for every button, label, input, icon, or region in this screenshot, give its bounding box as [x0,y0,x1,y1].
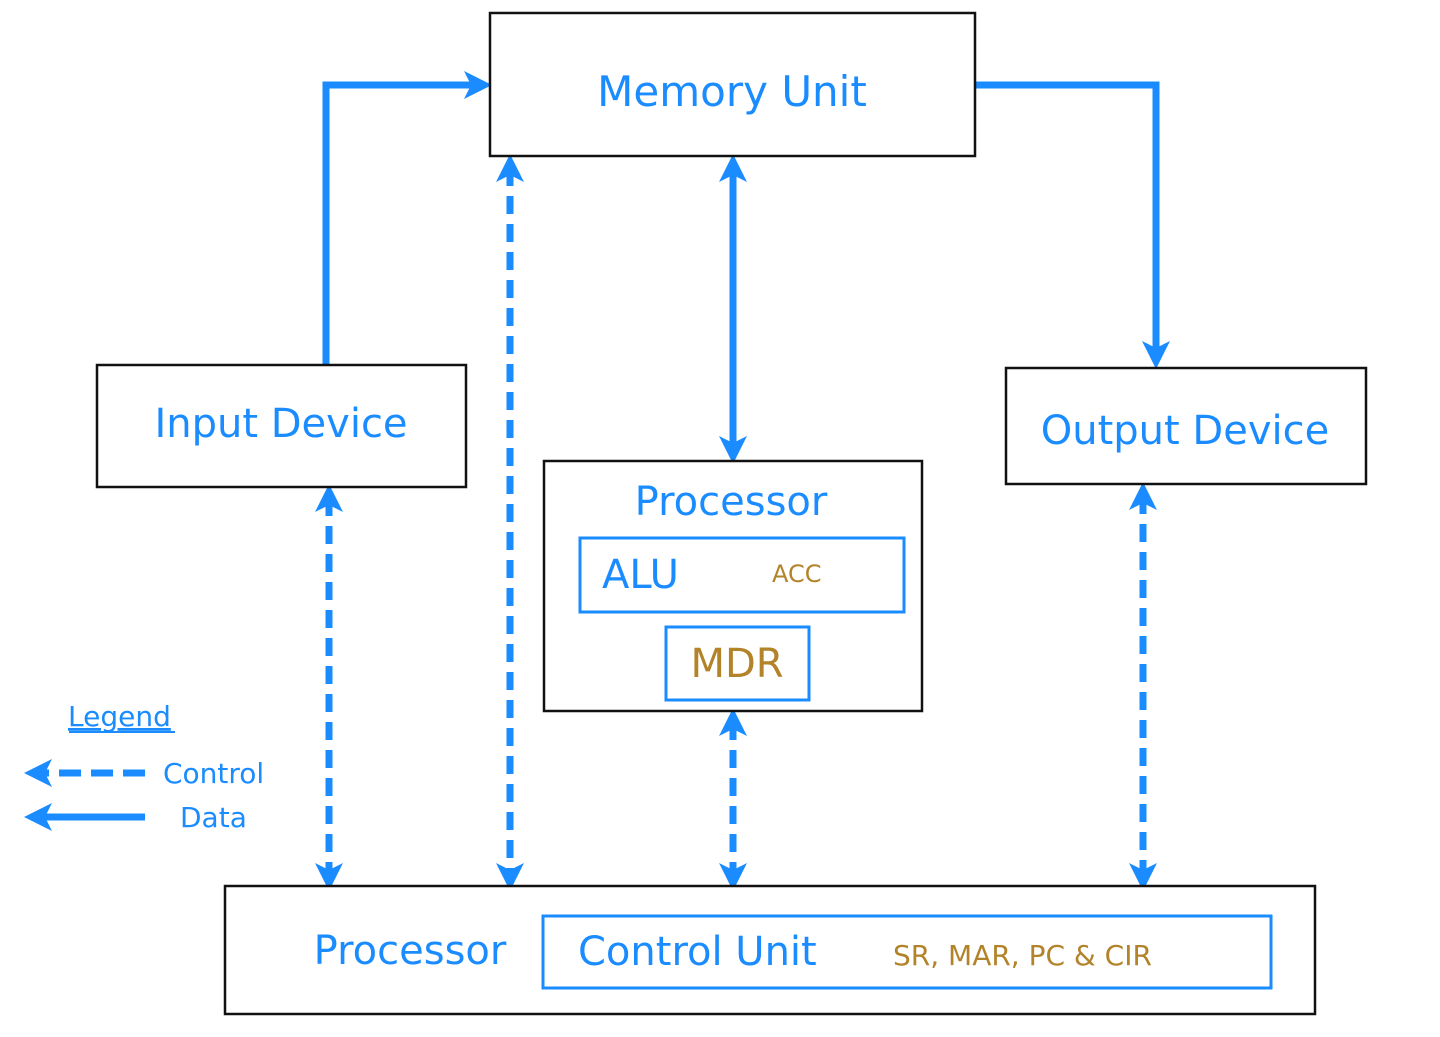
memory-unit-box: Memory Unit [488,11,977,158]
legend-control-label: Control [163,757,264,790]
processor-box: Processor ALU ACC MDR [542,459,924,713]
input-to-memory-data-arrow [322,71,492,367]
input-device-box: Input Device [95,363,468,489]
output-device-box: Output Device [1004,366,1368,486]
legend: Legend Control Data [24,700,264,834]
legend-data-label: Data [180,801,247,834]
input-device-label: Input Device [154,401,407,447]
control-unit-label: Control Unit [578,929,817,975]
alu-label: ALU [602,552,679,598]
processor-control-box: Processor Control Unit SR, MAR, PC & CIR [223,884,1317,1016]
mdr-label: MDR [690,641,783,687]
registers-label: SR, MAR, PC & CIR [893,939,1152,972]
computer-architecture-diagram: Memory Unit Input Device Output Device P… [24,11,1368,1016]
acc-label: ACC [772,560,822,588]
output-device-label: Output Device [1041,408,1329,454]
processor-bottom-label: Processor [314,928,507,974]
processor-label: Processor [635,479,828,525]
memory-unit-label: Memory Unit [597,67,867,116]
legend-title: Legend [68,700,171,733]
memory-to-output-data-arrow [976,81,1170,369]
